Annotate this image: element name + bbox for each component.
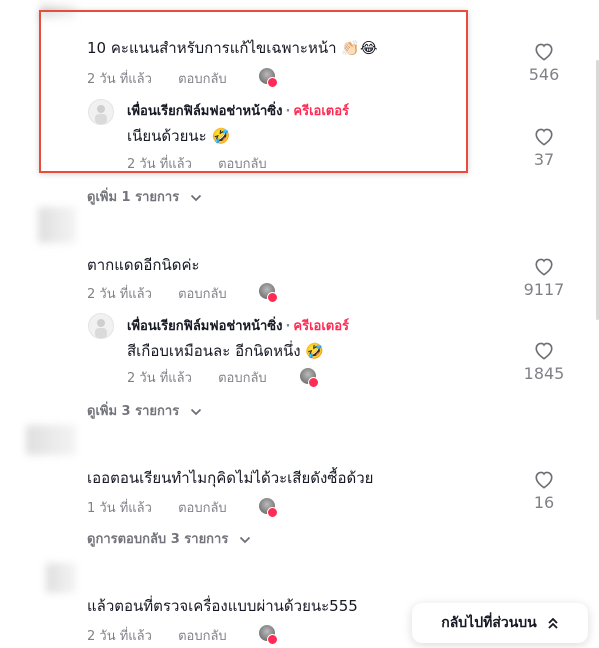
comment-text: แล้วตอนที่ตรวจเครื่องแบบผ่านด้วยนะ555 bbox=[87, 597, 358, 615]
creator-liked-badge bbox=[267, 292, 278, 303]
view-more-replies[interactable]: ดูการตอบกลับ 3 รายการ bbox=[87, 528, 251, 549]
commenter-avatar[interactable] bbox=[26, 425, 76, 455]
reply-author[interactable]: เพื่อนเรียกฟิล์มฟอช่าหน้าซิ่ง bbox=[127, 319, 282, 334]
like-count: 37 bbox=[533, 150, 555, 169]
creator-avatar[interactable] bbox=[88, 313, 114, 339]
like-count: 16 bbox=[533, 493, 555, 512]
commenter-avatar[interactable] bbox=[38, 207, 76, 243]
creator-liked-badge bbox=[267, 507, 278, 518]
chevron-down-icon bbox=[190, 194, 201, 201]
like-count: 1845 bbox=[523, 364, 565, 383]
reply-author-line: เพื่อนเรียกฟิล์มฟอช่าหน้าซิ่ง · ครีเอเตอร์ bbox=[127, 315, 349, 336]
reply-button[interactable]: ตอบกลับ bbox=[178, 501, 227, 516]
comment-text: เออตอนเรียนทำไมกุคิดไม่ได้วะเสียดังซื้อด… bbox=[87, 469, 374, 487]
like-count: 9117 bbox=[523, 280, 565, 299]
double-chevron-up-icon bbox=[548, 617, 558, 629]
heart-outline-icon[interactable] bbox=[533, 256, 555, 276]
creator-liked-badge bbox=[267, 634, 278, 645]
reply-button[interactable]: ตอบกลับ bbox=[178, 287, 227, 302]
comment-meta: 1 วัน ที่แล้ว ตอบกลับ bbox=[87, 497, 227, 518]
view-more-replies[interactable]: ดูเพิ่ม 1 รายการ bbox=[87, 186, 202, 207]
heart-outline-icon[interactable] bbox=[533, 340, 555, 360]
reply-button[interactable]: ตอบกลับ bbox=[218, 371, 267, 386]
comment-meta: 2 วัน ที่แล้ว ตอบกลับ bbox=[87, 625, 227, 646]
heart-outline-icon[interactable] bbox=[533, 41, 555, 61]
back-to-top-button[interactable]: กลับไปที่ส่วนบน bbox=[412, 603, 588, 643]
view-more-label: ดูเพิ่ม 3 รายการ bbox=[87, 404, 180, 419]
heart-outline-icon[interactable] bbox=[533, 469, 555, 489]
reply-meta: 2 วัน ที่แล้ว ตอบกลับ bbox=[127, 367, 267, 388]
creator-liked-badge bbox=[308, 377, 319, 388]
chevron-down-icon bbox=[190, 408, 201, 415]
back-to-top-label: กลับไปที่ส่วนบน bbox=[441, 615, 537, 631]
creator-avatar-figure bbox=[95, 319, 107, 338]
view-more-label: ดูเพิ่ม 1 รายการ bbox=[87, 190, 180, 205]
comment-time: 2 วัน ที่แล้ว bbox=[87, 287, 152, 302]
reply-time: 2 วัน ที่แล้ว bbox=[127, 371, 192, 386]
creator-tag: ครีเอเตอร์ bbox=[293, 319, 349, 334]
view-more-label: ดูการตอบกลับ 3 รายการ bbox=[87, 532, 229, 547]
comment-time: 2 วัน ที่แล้ว bbox=[87, 629, 152, 644]
comment-meta: 2 วัน ที่แล้ว ตอบกลับ bbox=[87, 283, 227, 304]
chevron-down-icon bbox=[239, 536, 251, 543]
commenter-avatar[interactable] bbox=[46, 563, 76, 593]
comment-text: ตากแดดอีกนิดค่ะ bbox=[87, 256, 200, 274]
highlight-box bbox=[39, 10, 468, 173]
reply-text: สีเกือบเหมือนละ อีกนิดหนึ่ง 🤣 bbox=[127, 342, 325, 360]
like-count: 546 bbox=[528, 65, 560, 84]
view-more-replies[interactable]: ดูเพิ่ม 3 รายการ bbox=[87, 400, 202, 421]
separator-dot: · bbox=[285, 319, 291, 334]
comment-time: 1 วัน ที่แล้ว bbox=[87, 501, 152, 516]
heart-outline-icon[interactable] bbox=[533, 126, 555, 146]
reply-button[interactable]: ตอบกลับ bbox=[178, 629, 227, 644]
